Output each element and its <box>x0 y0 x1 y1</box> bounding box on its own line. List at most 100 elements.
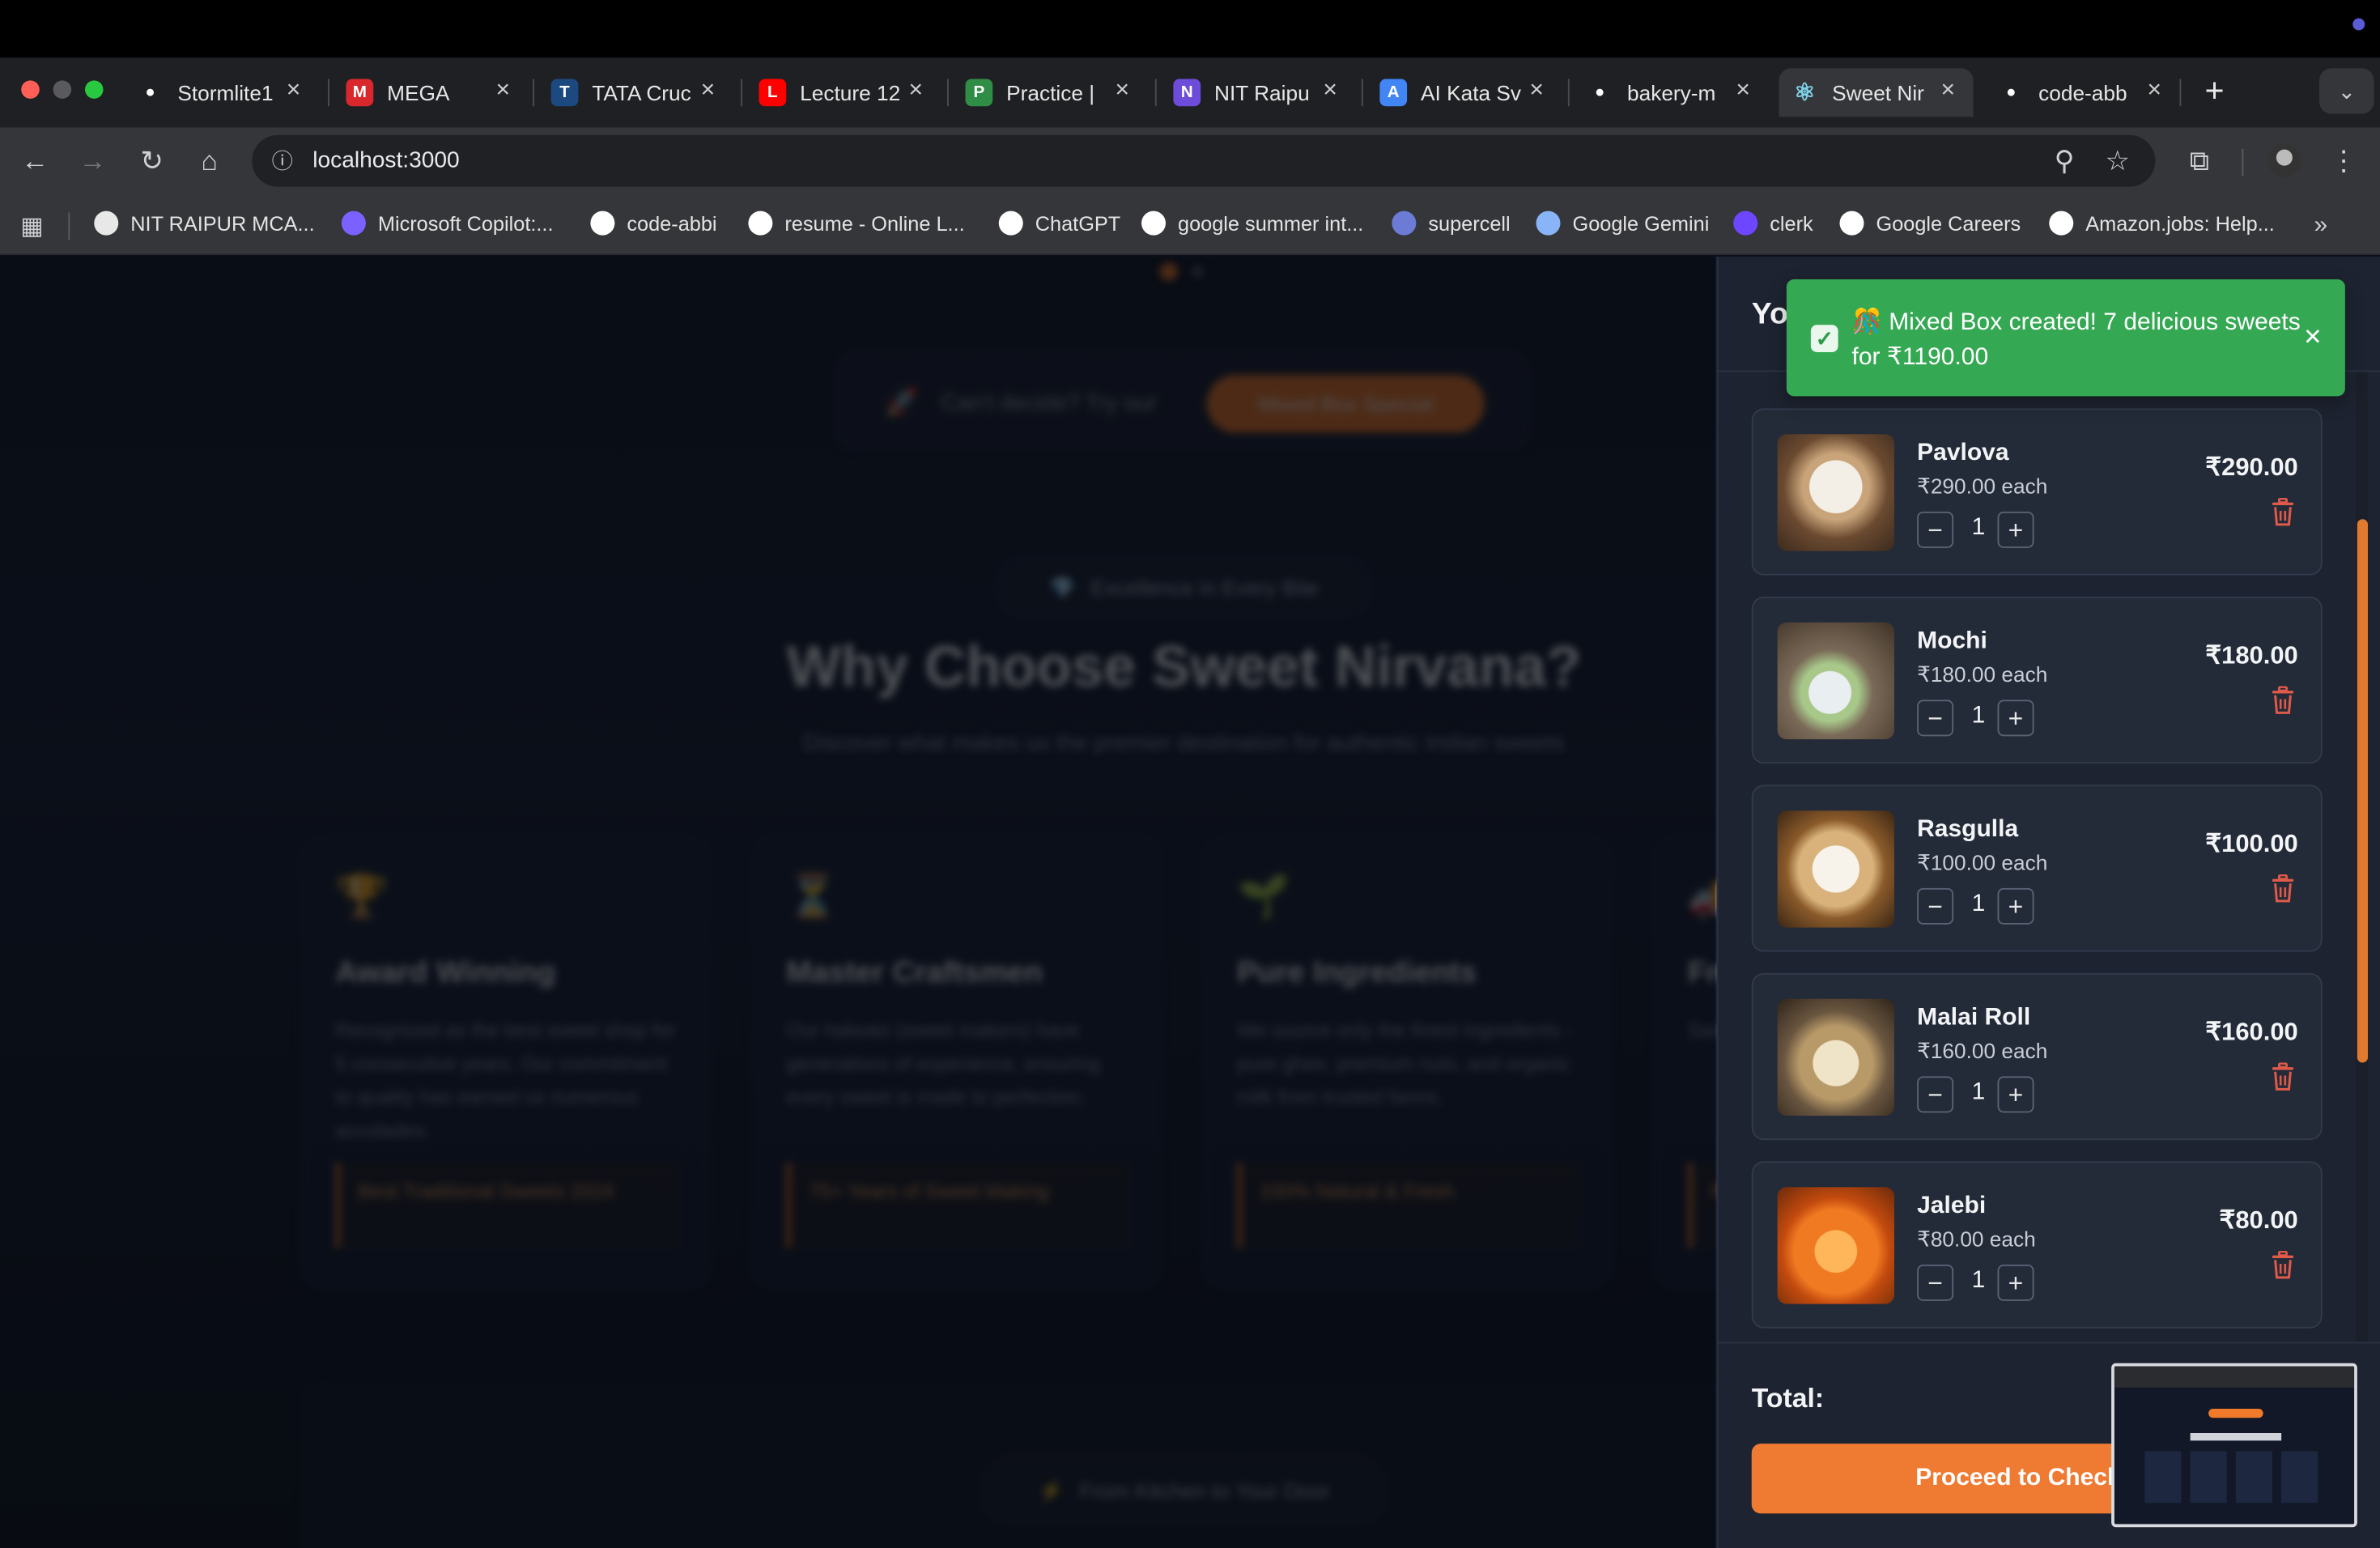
increase-quantity-button[interactable]: + <box>1997 887 2034 925</box>
tab-title: code-abb <box>2038 80 2127 105</box>
toast-close-icon[interactable]: ✕ <box>2303 323 2323 351</box>
bookmark-item[interactable]: google summer int... <box>1141 211 1363 236</box>
bookmark-item[interactable]: Amazon.jobs: Help... <box>2049 211 2275 236</box>
bookmark-favicon-icon <box>2049 211 2074 236</box>
tab-3[interactable]: L Lecture 12 × <box>759 68 941 117</box>
bookmark-favicon-icon <box>1839 211 1864 236</box>
close-tab-icon[interactable]: × <box>1940 78 1955 105</box>
delete-item-icon[interactable] <box>2271 1062 2295 1092</box>
close-tab-icon[interactable]: × <box>2147 78 2161 105</box>
tab-5[interactable]: N NIT Raipu × <box>1173 68 1355 117</box>
tab-separator <box>1361 79 1363 107</box>
delete-item-icon[interactable] <box>2271 874 2295 904</box>
delete-item-icon[interactable] <box>2271 1251 2295 1280</box>
product-name: Rasgulla <box>1917 816 2019 843</box>
form-icon: N <box>1173 79 1201 107</box>
delete-item-icon[interactable] <box>2271 686 2295 716</box>
tab-6[interactable]: A AI Kata Sv × <box>1379 68 1562 117</box>
modal-backdrop[interactable] <box>0 256 1715 1548</box>
bookmark-label: supercell <box>1428 211 1511 235</box>
tab-1[interactable]: M MEGA × <box>346 68 529 117</box>
product-image <box>1777 1187 1894 1304</box>
bookmark-label: ChatGPT <box>1035 211 1121 235</box>
bookmark-label: google summer int... <box>1178 211 1364 235</box>
quantity-value: 1 <box>1971 1267 1986 1294</box>
tab-4[interactable]: P Practice | × <box>965 68 1148 117</box>
tab-search-icon[interactable]: ⌄ <box>2319 68 2374 114</box>
close-tab-icon[interactable]: × <box>1323 78 1337 105</box>
decrease-quantity-button[interactable]: − <box>1917 511 1954 548</box>
cart-item: Mochi ₹180.00 each −1 + ₹180.00 <box>1751 596 2323 764</box>
close-tab-icon[interactable]: × <box>908 78 923 105</box>
zoom-icon[interactable]: ⚲ <box>2045 141 2085 181</box>
bookmark-item[interactable]: clerk <box>1733 211 1813 236</box>
tab-8[interactable]: ⚛ Sweet Nir × <box>1779 68 1974 117</box>
more-bookmarks-icon[interactable]: » <box>2301 206 2341 246</box>
maximize-window-button[interactable] <box>85 80 104 99</box>
reload-icon[interactable]: ↻ <box>132 141 172 181</box>
bookmark-item[interactable]: ChatGPT <box>998 211 1121 236</box>
delete-item-icon[interactable] <box>2271 498 2295 527</box>
tab-7[interactable]: ● bakery-m × <box>1586 68 1768 117</box>
bookmark-item[interactable]: resume - Online L... <box>748 211 965 236</box>
apps-grid-icon[interactable]: ▦ <box>12 206 52 246</box>
bookmarks-divider <box>68 212 70 240</box>
increase-quantity-button[interactable]: + <box>1997 1076 2034 1113</box>
profile-avatar[interactable] <box>2267 144 2301 178</box>
bookmark-item[interactable]: supercell <box>1392 211 1511 236</box>
forward-icon[interactable]: → <box>73 141 113 181</box>
bookmark-star-icon[interactable]: ☆ <box>2097 141 2137 181</box>
bookmark-favicon-icon <box>1536 211 1561 236</box>
increase-quantity-button[interactable]: + <box>1997 511 2034 548</box>
close-tab-icon[interactable]: × <box>495 78 510 105</box>
bookmark-label: Amazon.jobs: Help... <box>2085 211 2275 235</box>
menu-icon[interactable]: ⋮ <box>2324 141 2364 181</box>
bookmark-favicon-icon <box>341 211 366 236</box>
close-window-button[interactable] <box>21 80 40 99</box>
toolbar-divider <box>2242 148 2244 176</box>
close-tab-icon[interactable]: × <box>701 78 716 105</box>
decrease-quantity-button[interactable]: − <box>1917 700 1954 737</box>
increase-quantity-button[interactable]: + <box>1997 1264 2034 1301</box>
decrease-quantity-button[interactable]: − <box>1917 887 1954 925</box>
check-icon: ✓ <box>1810 325 1838 352</box>
bookmark-favicon-icon <box>94 211 119 236</box>
decrease-quantity-button[interactable]: − <box>1917 1076 1954 1113</box>
quantity-value: 1 <box>1971 514 1986 541</box>
close-tab-icon[interactable]: × <box>1529 78 1544 105</box>
tab-0[interactable]: ● Stormlite1 × <box>137 68 319 117</box>
github-icon: ● <box>2006 83 2017 102</box>
bookmark-label: Google Careers <box>1876 211 2021 235</box>
product-name: Pavlova <box>1917 440 2009 466</box>
tab-9[interactable]: ● code-abb × <box>1998 68 2180 117</box>
increase-quantity-button[interactable]: + <box>1997 700 2034 737</box>
site-info-icon[interactable]: ⓘ <box>262 141 302 181</box>
close-tab-icon[interactable]: × <box>287 78 301 105</box>
screenshot-preview-thumbnail[interactable] <box>2111 1363 2357 1528</box>
bookmark-item[interactable]: Google Gemini <box>1536 211 1709 236</box>
minimize-window-button[interactable] <box>53 80 72 99</box>
line-total: ₹100.00 <box>2205 830 2298 858</box>
tab-2[interactable]: T TATA Cruc × <box>550 68 733 117</box>
decrease-quantity-button[interactable]: − <box>1917 1264 1954 1301</box>
close-tab-icon[interactable]: × <box>1736 78 1750 105</box>
home-icon[interactable]: ⌂ <box>189 141 229 181</box>
bookmark-favicon-icon <box>998 211 1023 236</box>
close-tab-icon[interactable]: × <box>1115 78 1129 105</box>
bookmark-item[interactable]: code-abbi <box>590 211 717 236</box>
address-bar[interactable] <box>252 134 2156 187</box>
bookmark-item[interactable]: Microsoft Copilot:... <box>341 211 554 236</box>
bookmark-item[interactable]: NIT RAIPUR MCA... <box>94 211 315 236</box>
tab-title: TATA Cruc <box>592 80 691 105</box>
new-tab-icon[interactable]: + <box>2195 71 2234 111</box>
bookmark-item[interactable]: Google Careers <box>1839 211 2021 236</box>
gfg-icon: P <box>965 79 993 107</box>
cart-item: Rasgulla ₹100.00 each −1 + ₹100.00 <box>1751 785 2323 952</box>
product-name: Malai Roll <box>1917 1005 2031 1031</box>
cart-scrollbar-thumb[interactable] <box>2357 519 2368 1063</box>
tab-title: bakery-m <box>1627 80 1716 105</box>
line-total: ₹290.00 <box>2205 453 2298 482</box>
extensions-icon[interactable]: ⧉ <box>2180 141 2220 181</box>
url-text[interactable]: localhost:3000 <box>312 147 459 173</box>
back-icon[interactable]: ← <box>15 141 55 181</box>
